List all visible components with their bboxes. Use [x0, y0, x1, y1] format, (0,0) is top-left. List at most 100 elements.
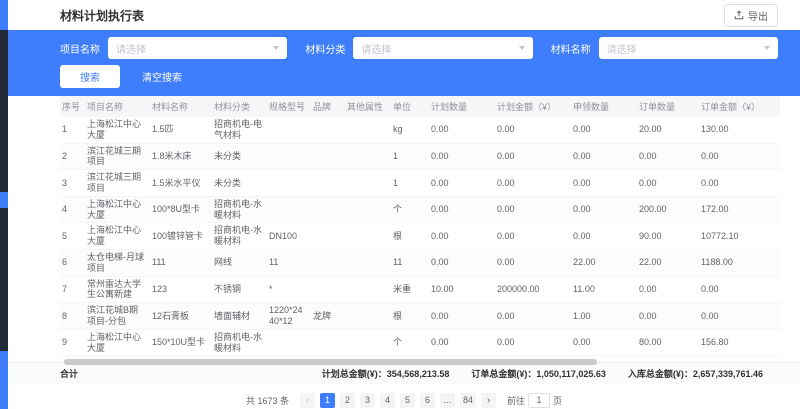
table-cell: 0.00 — [431, 249, 497, 276]
table-cell — [347, 223, 393, 250]
table-cell — [313, 170, 347, 197]
table-row[interactable]: 3滨江花城三期项目1.5米水平仪未分类10.000.000.000.000.00 — [60, 170, 780, 197]
table-cell: 上海松江中心大厦 — [87, 329, 152, 356]
table-cell: 1.5匹 — [152, 117, 214, 143]
table-cell — [269, 117, 313, 143]
summary-items: 计划总金额(¥)：354,568,213.58订单总金额(¥)：1,050,11… — [322, 367, 763, 380]
table-cell: 0.00 — [573, 223, 639, 250]
page-button[interactable]: 2 — [340, 393, 355, 408]
table-cell: 网线 — [214, 249, 269, 276]
table-cell: 90.00 — [639, 223, 701, 250]
table-cell: 6 — [60, 249, 87, 276]
table-header-row: 序号项目名称材料名称材料分类规格型号品牌其他属性单位计划数量计划金额（¥）申领数… — [60, 96, 780, 117]
column-header: 项目名称 — [87, 96, 152, 117]
goto-prefix: 前往 — [507, 394, 525, 407]
page-button[interactable]: 4 — [380, 393, 395, 408]
page-button[interactable]: 84 — [460, 393, 476, 408]
material-name-select[interactable]: 请选择 — [599, 37, 778, 59]
page-button[interactable]: 5 — [400, 393, 415, 408]
filter-bar: 项目名称 请选择 材料分类 请选择 材料名称 请选择 — [8, 30, 800, 96]
table-cell: 0.00 — [431, 196, 497, 223]
select-placeholder: 请选择 — [116, 41, 146, 56]
table-cell — [313, 276, 347, 303]
table-cell — [347, 329, 393, 356]
table-cell: 上海松江中心大厦 — [87, 196, 152, 223]
material-category-select[interactable]: 请选择 — [353, 37, 532, 59]
table-row[interactable]: 5上海松江中心大厦100镀锌管卡招商机电-水暖材料DN100根0.000.000… — [60, 223, 780, 250]
table-cell: 0.00 — [431, 117, 497, 143]
table-row[interactable]: 1上海松江中心大厦1.5匹招商机电-电气材料kg0.000.000.0020.0… — [60, 117, 780, 143]
table-cell: 0.00 — [431, 329, 497, 356]
next-page-button[interactable]: › — [481, 393, 496, 408]
prev-page-button[interactable]: ‹ — [300, 393, 315, 408]
sidebar-top-accent — [0, 0, 8, 30]
table-cell: 0.00 — [497, 143, 573, 170]
column-header: 计划金额（¥） — [497, 96, 573, 117]
goto-suffix: 页 — [553, 394, 562, 407]
table-cell: 0.00 — [431, 223, 497, 250]
table-row[interactable]: 9上海松江中心大厦150*10U型卡招商机电-水暖材料个0.000.000.00… — [60, 329, 780, 356]
collapsed-sidebar — [0, 0, 8, 409]
table-cell: 7 — [60, 276, 87, 303]
table-cell: 20.00 — [639, 117, 701, 143]
table-cell: 1.00 — [573, 303, 639, 330]
table-cell: 156.80 — [701, 329, 780, 356]
project-name-select[interactable]: 请选择 — [108, 37, 287, 59]
table-cell: 1 — [60, 117, 87, 143]
filter-label: 材料名称 — [551, 41, 591, 56]
page-button[interactable]: 6 — [420, 393, 435, 408]
sidebar-bottom-accent — [0, 351, 8, 409]
table-cell: 10.00 — [431, 276, 497, 303]
sidebar-toggle[interactable] — [0, 192, 8, 208]
table-row[interactable]: 2滨江花城三期项目1.8米木床未分类10.000.000.000.000.00 — [60, 143, 780, 170]
table-cell: 根 — [393, 303, 431, 330]
chevron-down-icon — [764, 46, 770, 50]
goto-page-input[interactable] — [528, 393, 550, 408]
filter-label: 材料分类 — [305, 41, 345, 56]
table-cell: 招商机电-水暖材料 — [214, 329, 269, 356]
table-cell: 0.00 — [701, 303, 780, 330]
filter-actions: 搜索 清空搜索 — [60, 65, 778, 88]
filter-row: 项目名称 请选择 材料分类 请选择 材料名称 请选择 — [60, 37, 778, 59]
table-row[interactable]: 8滨江花城B期项目-分包12石膏板墙面辅材1220*2440*12龙牌根0.00… — [60, 303, 780, 330]
table-cell — [347, 117, 393, 143]
table-cell: 0.00 — [497, 196, 573, 223]
table-cell — [269, 170, 313, 197]
table-cell: 11 — [269, 249, 313, 276]
table-cell — [269, 143, 313, 170]
table-cell: 不锈钢 — [214, 276, 269, 303]
table-row[interactable]: 7常州雷达大学生公寓新建123不锈钢*米重10.00200000.0011.00… — [60, 276, 780, 303]
table-cell: 100镀锌管卡 — [152, 223, 214, 250]
table-row[interactable]: 4上海松江中心大厦100*8U型卡招商机电-水暖材料个0.000.000.002… — [60, 196, 780, 223]
table-cell: 根 — [393, 223, 431, 250]
table-cell: 172.00 — [701, 196, 780, 223]
export-button-label: 导出 — [748, 8, 768, 23]
scrollbar-thumb[interactable] — [64, 359, 597, 365]
table-cell: 130.00 — [701, 117, 780, 143]
column-header: 单位 — [393, 96, 431, 117]
page-ellipsis[interactable]: ... — [440, 393, 455, 408]
table-cell: 滨江花城B期项目-分包 — [87, 303, 152, 330]
search-button[interactable]: 搜索 — [60, 65, 120, 88]
clear-search-link[interactable]: 清空搜索 — [142, 69, 182, 84]
table-body: 1上海松江中心大厦1.5匹招商机电-电气材料kg0.000.000.0020.0… — [60, 117, 780, 356]
filter-label: 项目名称 — [60, 41, 100, 56]
table-cell: 0.00 — [497, 117, 573, 143]
table-row[interactable]: 6太仓电梯-月球项目111网线11110.000.0022.0022.00118… — [60, 249, 780, 276]
export-button[interactable]: 导出 — [724, 4, 778, 27]
table-card: 序号项目名称材料名称材料分类规格型号品牌其他属性单位计划数量计划金额（¥）申领数… — [8, 96, 800, 409]
page-button[interactable]: 1 — [320, 393, 335, 408]
table-cell: 0.00 — [701, 170, 780, 197]
table-cell: 22.00 — [639, 249, 701, 276]
table-cell: 4 — [60, 196, 87, 223]
table-cell: 2 — [60, 143, 87, 170]
table-cell: 招商机电-电气材料 — [214, 117, 269, 143]
page-button[interactable]: 3 — [360, 393, 375, 408]
table-cell: 1188.00 — [701, 249, 780, 276]
column-header: 规格型号 — [269, 96, 313, 117]
table-cell: 0.00 — [431, 303, 497, 330]
table-cell: 太仓电梯-月球项目 — [87, 249, 152, 276]
table-cell: 0.00 — [639, 303, 701, 330]
filter-field-category: 材料分类 请选择 — [305, 37, 532, 59]
table-cell: 墙面辅材 — [214, 303, 269, 330]
